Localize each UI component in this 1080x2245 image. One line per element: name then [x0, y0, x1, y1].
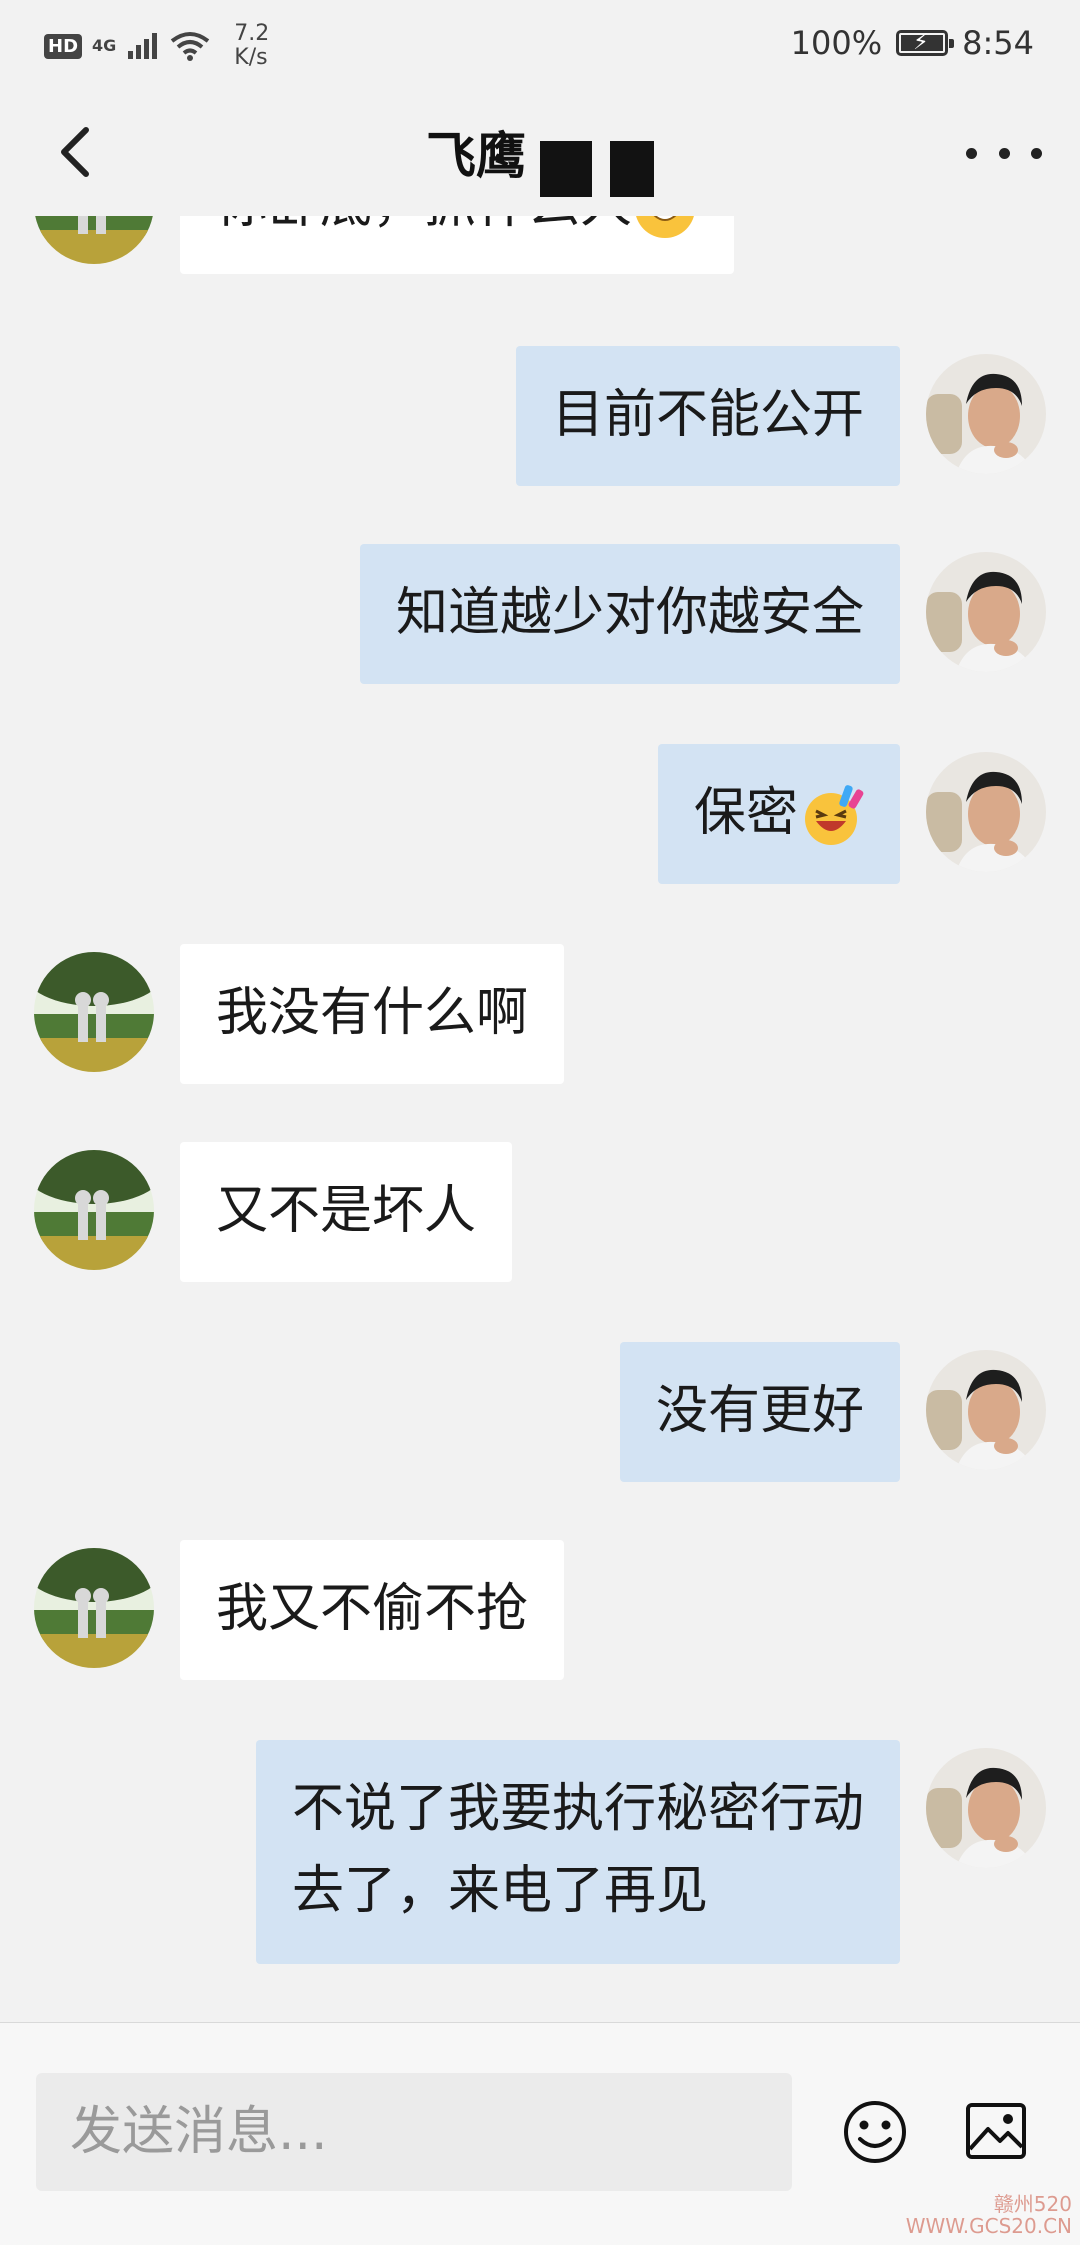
status-bar: HD 4G 7.2 K/s 100% ⚡ 8:54 — [0, 0, 1080, 88]
outgoing-message: 没有更好 — [0, 1342, 1080, 1490]
contact-avatar-image — [34, 216, 154, 264]
incoming-message: 我又不偷不抢 — [0, 1540, 1080, 1688]
outgoing-message: 知道越少对你越安全 — [0, 544, 1080, 692]
message-bubble[interactable]: 我又不偷不抢 — [180, 1540, 565, 1680]
chat-message-list[interactable]: 你卧底，抓什么人 目前不能公开 知道越少对你越安全 保密 我没有什么啊 又不是坏… — [0, 216, 1080, 2022]
battery-percent: 100% — [790, 24, 883, 62]
smiley-icon — [844, 2101, 906, 2163]
redaction-block — [540, 140, 592, 197]
image-button[interactable] — [964, 2099, 1028, 2163]
outgoing-message: 不说了我要执行秘密行动 去了，来电了再见 — [0, 1740, 1080, 1972]
network-speed-value: 7.2 — [234, 21, 270, 46]
message-text: 不说了我要执行秘密行动 去了，来电了再见 — [291, 1779, 864, 1921]
outgoing-message: 目前不能公开 — [0, 346, 1080, 494]
network-speed: 7.2 K/s — [234, 22, 269, 70]
chat-title: 飞鹰 — [426, 127, 526, 185]
user-avatar-image — [926, 552, 1046, 672]
message-text: 我没有什么啊 — [216, 983, 529, 1043]
more-dots-icon — [1031, 147, 1042, 159]
user-avatar[interactable] — [926, 752, 1046, 872]
message-bubble[interactable]: 又不是坏人 — [180, 1142, 513, 1282]
contact-avatar-image — [34, 952, 154, 1072]
message-bubble[interactable]: 目前不能公开 — [515, 346, 900, 486]
message-text: 没有更好 — [655, 1381, 864, 1441]
contact-avatar[interactable] — [34, 952, 154, 1072]
message-bubble[interactable]: 不说了我要执行秘密行动 去了，来电了再见 — [255, 1740, 900, 1964]
user-avatar-image — [926, 752, 1046, 872]
contact-avatar[interactable] — [34, 1548, 154, 1668]
message-bubble[interactable]: 没有更好 — [619, 1342, 900, 1482]
message-text: 保密 — [693, 783, 798, 843]
emoji-button[interactable] — [842, 2099, 908, 2165]
incoming-message: 我没有什么啊 — [0, 944, 1080, 1092]
user-avatar-image — [926, 1350, 1046, 1470]
battery-icon: ⚡ — [896, 30, 955, 56]
more-dots-icon — [966, 147, 977, 159]
message-bubble[interactable]: 你卧底，抓什么人 — [180, 216, 735, 274]
message-input[interactable] — [36, 2073, 792, 2191]
clock: 8:54 — [962, 24, 1034, 62]
signal-icon — [128, 33, 158, 59]
user-avatar-image — [926, 354, 1046, 474]
user-avatar[interactable] — [926, 354, 1046, 474]
chat-header: 飞鹰 — [0, 88, 1080, 216]
contact-avatar[interactable] — [34, 1150, 154, 1270]
user-avatar[interactable] — [926, 552, 1046, 672]
user-avatar[interactable] — [926, 1748, 1046, 1868]
grin-emoji-icon — [636, 216, 694, 238]
message-text: 我又不偷不抢 — [216, 1579, 529, 1639]
input-bar: 赣州520 WWW.GCS20.CN — [0, 2022, 1080, 2245]
incoming-message: 你卧底，抓什么人 — [0, 216, 1080, 274]
watermark-line1: 赣州520 — [993, 2192, 1072, 2216]
message-text: 你卧底，抓什么人 — [216, 216, 632, 235]
party-emoji-icon — [805, 785, 864, 845]
wifi-icon — [171, 32, 210, 61]
watermark-line2: WWW.GCS20.CN — [905, 2214, 1072, 2238]
outgoing-message: 保密 — [0, 744, 1080, 892]
redaction-block — [610, 140, 654, 197]
contact-avatar-image — [34, 1548, 154, 1668]
message-bubble[interactable]: 保密 — [657, 744, 900, 884]
charging-icon: ⚡ — [913, 30, 929, 55]
more-dots-icon — [998, 147, 1010, 159]
contact-avatar-image — [34, 1150, 154, 1270]
message-bubble[interactable]: 我没有什么啊 — [180, 944, 565, 1084]
hd-icon: HD — [44, 33, 83, 59]
user-avatar[interactable] — [926, 1350, 1046, 1470]
watermark: 赣州520 WWW.GCS20.CN — [906, 2193, 1072, 2237]
message-text: 知道越少对你越安全 — [395, 583, 864, 643]
network-type: 4G — [92, 36, 117, 55]
incoming-message: 又不是坏人 — [0, 1142, 1080, 1290]
more-options-button[interactable] — [966, 128, 1042, 178]
message-text: 又不是坏人 — [216, 1181, 477, 1241]
user-avatar-image — [926, 1748, 1046, 1868]
image-icon — [966, 2103, 1026, 2159]
contact-avatar[interactable] — [34, 216, 154, 264]
message-text: 目前不能公开 — [551, 385, 864, 445]
message-bubble[interactable]: 知道越少对你越安全 — [359, 544, 900, 684]
network-speed-unit: K/s — [234, 45, 268, 70]
